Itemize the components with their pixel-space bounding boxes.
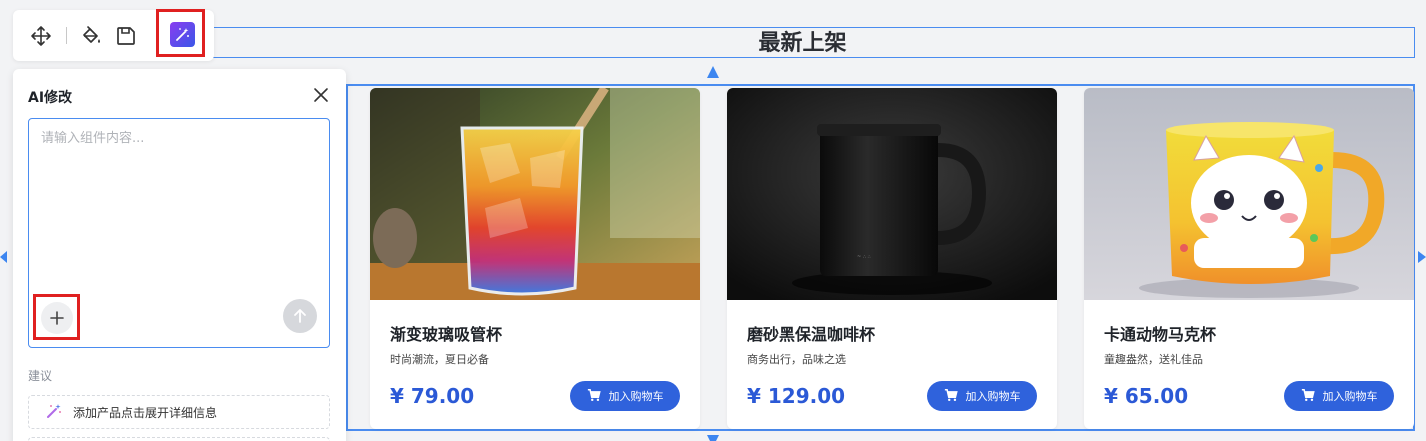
product-name: 卡通动物马克杯 (1104, 325, 1217, 344)
add-to-cart-label: 加入购物车 (608, 391, 664, 403)
close-icon[interactable] (313, 87, 329, 103)
move-icon[interactable] (29, 24, 53, 48)
product-card[interactable]: 渐变玻璃吸管杯 时尚潮流，夏日必备 ¥ 79.00 加入购物车 (370, 88, 700, 429)
add-to-cart-label: 加入购物车 (1322, 391, 1378, 403)
product-price: ¥ 79.00 (390, 384, 475, 408)
product-description: 商务出行，品味之选 (747, 353, 846, 366)
product-image-cartoon-mug (1084, 88, 1414, 300)
cart-icon (1301, 388, 1315, 405)
product-image-gradient-glass (370, 88, 700, 300)
cart-icon (944, 388, 958, 405)
section-title-frame[interactable]: 最新上架 (190, 27, 1415, 58)
suggestion-item[interactable] (28, 437, 330, 441)
product-description: 童趣盎然，送礼佳品 (1104, 353, 1203, 366)
product-name: 渐变玻璃吸管杯 (390, 325, 503, 344)
magic-wand-icon[interactable] (170, 22, 195, 47)
add-to-cart-label: 加入购物车 (965, 391, 1021, 403)
resize-right-arrow-icon[interactable] (1418, 251, 1426, 263)
product-name: 磨砂黑保温咖啡杯 (747, 325, 876, 344)
product-price: ¥ 129.00 (747, 384, 846, 408)
sparkle-wand-icon (45, 402, 63, 423)
product-card[interactable]: 卡通动物马克杯 童趣盎然，送礼佳品 ¥ 65.00 加入购物车 (1084, 88, 1414, 429)
add-to-cart-button[interactable]: 加入购物车 (570, 381, 680, 411)
ai-prompt-input[interactable] (41, 127, 319, 287)
svg-text:~ ∴ ∴: ~ ∴ ∴ (857, 254, 871, 260)
add-attachment-button[interactable] (41, 302, 73, 334)
section-title: 最新上架 (758, 31, 847, 56)
toolbar-divider (66, 27, 67, 44)
paint-bucket-icon[interactable] (79, 24, 103, 48)
add-to-cart-button[interactable]: 加入购物车 (1284, 381, 1394, 411)
panel-title: AI修改 (28, 90, 73, 106)
product-price: ¥ 65.00 (1104, 384, 1189, 408)
send-button[interactable] (283, 299, 317, 333)
product-image-black-mug: ~ ∴ ∴ (727, 88, 1057, 300)
plus-icon (50, 311, 64, 325)
product-description: 时尚潮流，夏日必备 (390, 353, 489, 366)
resize-up-arrow-icon[interactable] (707, 66, 719, 78)
suggestion-label: 添加产品点击展开详细信息 (73, 405, 218, 420)
arrow-up-icon (294, 309, 306, 323)
save-icon[interactable] (114, 24, 138, 48)
cart-icon (587, 388, 601, 405)
add-to-cart-button[interactable]: 加入购物车 (927, 381, 1037, 411)
suggestion-item[interactable]: 添加产品点击展开详细信息 (28, 395, 330, 429)
resize-left-arrow-icon[interactable] (0, 251, 7, 263)
product-card[interactable]: ~ ∴ ∴ 磨砂黑保温咖啡杯 商务出行，品味之选 ¥ 129.00 加入购物车 (727, 88, 1057, 429)
resize-down-arrow-icon[interactable] (707, 435, 719, 441)
ai-edit-panel: AI修改 建议 添加产品点击展开详细信息 (13, 69, 346, 441)
suggestions-heading: 建议 (28, 369, 53, 383)
